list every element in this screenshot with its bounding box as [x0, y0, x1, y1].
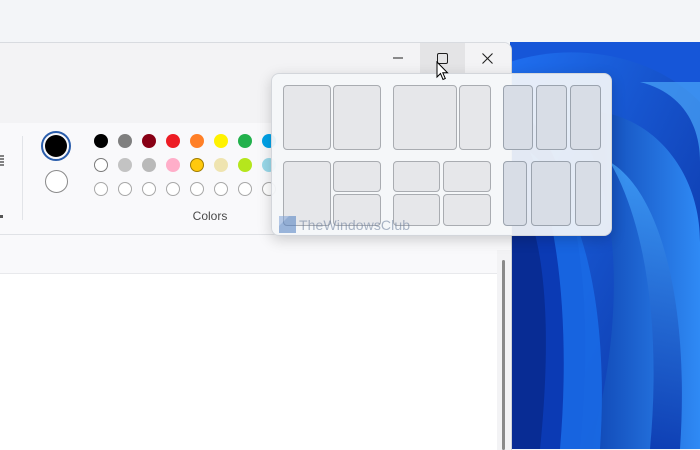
snap-zone[interactable] — [443, 161, 491, 192]
desktop-top-strip — [0, 0, 700, 42]
scrollbar-thumb[interactable] — [502, 260, 505, 450]
color-swatch[interactable] — [94, 158, 108, 172]
snap-zone[interactable] — [393, 85, 457, 150]
snap-zone[interactable] — [503, 161, 527, 226]
snap-zone[interactable] — [283, 85, 331, 150]
color-swatch[interactable] — [94, 182, 108, 196]
color-swatch[interactable] — [238, 182, 252, 196]
minimize-icon — [392, 53, 403, 63]
snap-zone[interactable] — [575, 161, 601, 226]
color-swatch[interactable] — [118, 134, 132, 148]
color-swatch[interactable] — [214, 158, 228, 172]
color-swatch[interactable] — [118, 158, 132, 172]
secondary-color-swatch[interactable] — [45, 170, 68, 193]
color-swatch[interactable] — [118, 182, 132, 196]
colors-group-label: Colors — [192, 209, 228, 223]
snap-zone[interactable] — [393, 161, 440, 192]
primary-color-swatch[interactable] — [45, 135, 67, 157]
snap-zone[interactable] — [570, 85, 601, 150]
minimize-button[interactable] — [375, 43, 420, 73]
drawing-canvas[interactable] — [0, 274, 497, 450]
color-swatch[interactable] — [142, 182, 156, 196]
vertical-scrollbar[interactable] — [497, 250, 511, 450]
watermark: TheWindowsClub — [279, 216, 410, 233]
snap-zone[interactable] — [333, 85, 381, 150]
snap-zone[interactable] — [531, 161, 571, 226]
close-button[interactable] — [465, 43, 510, 73]
color-swatch[interactable] — [214, 182, 228, 196]
mouse-cursor-icon — [436, 60, 449, 85]
snap-zone[interactable] — [443, 194, 491, 226]
tool-edge-dot — [0, 215, 3, 218]
color-swatch[interactable] — [190, 134, 204, 148]
watermark-text: TheWindowsClub — [299, 216, 411, 233]
snap-zone[interactable] — [459, 85, 491, 150]
color-swatch[interactable] — [214, 134, 228, 148]
snap-layouts-flyout — [271, 73, 612, 236]
windows-logo-icon — [279, 216, 296, 233]
tool-edge-icon[interactable] — [0, 152, 4, 166]
color-swatch[interactable] — [94, 134, 108, 148]
color-swatch[interactable] — [166, 134, 180, 148]
color-swatch[interactable] — [190, 158, 204, 172]
color-swatch[interactable] — [142, 158, 156, 172]
color-swatch[interactable] — [166, 182, 180, 196]
canvas-toolbar-strip — [0, 235, 511, 274]
color-swatch[interactable] — [190, 182, 204, 196]
title-bar[interactable] — [0, 43, 511, 73]
snap-zone[interactable] — [536, 85, 567, 150]
snap-zone[interactable] — [503, 85, 533, 150]
color-swatch[interactable] — [238, 134, 252, 148]
ribbon-separator — [22, 136, 23, 220]
color-swatch[interactable] — [238, 158, 252, 172]
close-icon — [482, 52, 493, 64]
color-swatch[interactable] — [142, 134, 156, 148]
snap-zone[interactable] — [333, 161, 381, 192]
color-swatch[interactable] — [166, 158, 180, 172]
